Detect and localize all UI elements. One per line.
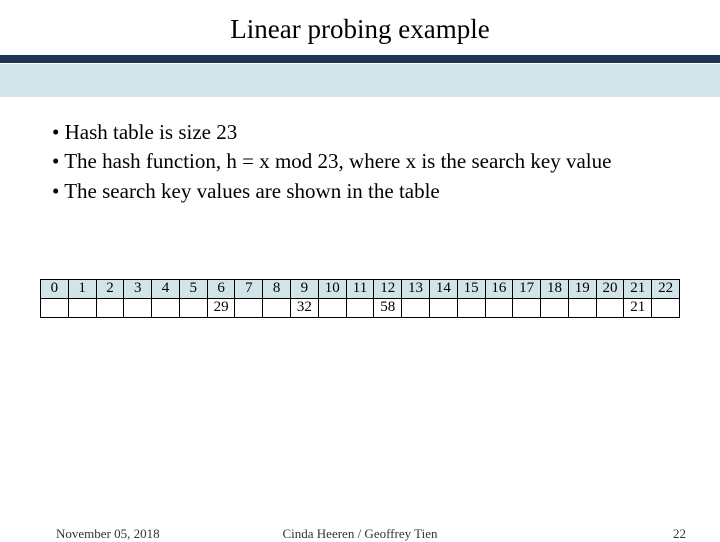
index-cell: 7 — [235, 279, 263, 298]
content-area: Hash table is size 23 The hash function,… — [0, 97, 720, 318]
bullet-list: Hash table is size 23 The hash function,… — [34, 119, 686, 205]
value-cell: 32 — [291, 298, 319, 317]
bullet-item: Hash table is size 23 — [34, 119, 686, 146]
value-cell — [96, 298, 124, 317]
hash-table-container: 012345678910111213141516171819202122 293… — [40, 279, 680, 318]
index-cell: 11 — [346, 279, 374, 298]
header-bar-dark — [0, 55, 720, 63]
value-cell — [541, 298, 569, 317]
value-cell — [152, 298, 180, 317]
index-cell: 0 — [41, 279, 69, 298]
index-cell: 17 — [513, 279, 541, 298]
value-cell — [429, 298, 457, 317]
index-cell: 3 — [124, 279, 152, 298]
value-cell — [568, 298, 596, 317]
value-cell — [318, 298, 346, 317]
slide-title: Linear probing example — [0, 14, 720, 45]
value-cell — [402, 298, 430, 317]
index-row: 012345678910111213141516171819202122 — [41, 279, 680, 298]
value-cell: 58 — [374, 298, 402, 317]
index-cell: 8 — [263, 279, 291, 298]
value-cell — [235, 298, 263, 317]
value-cell — [346, 298, 374, 317]
index-cell: 13 — [402, 279, 430, 298]
index-cell: 4 — [152, 279, 180, 298]
index-cell: 1 — [68, 279, 96, 298]
value-cell — [68, 298, 96, 317]
bullet-item: The search key values are shown in the t… — [34, 178, 686, 205]
bullet-item: The hash function, h = x mod 23, where x… — [34, 148, 686, 175]
value-cell — [513, 298, 541, 317]
value-cell — [596, 298, 624, 317]
title-area: Linear probing example — [0, 0, 720, 45]
index-cell: 16 — [485, 279, 513, 298]
index-cell: 19 — [568, 279, 596, 298]
value-cell — [179, 298, 207, 317]
index-cell: 6 — [207, 279, 235, 298]
value-cell: 21 — [624, 298, 652, 317]
value-cell — [485, 298, 513, 317]
index-cell: 18 — [541, 279, 569, 298]
index-cell: 5 — [179, 279, 207, 298]
index-cell: 12 — [374, 279, 402, 298]
index-cell: 21 — [624, 279, 652, 298]
hash-table: 012345678910111213141516171819202122 293… — [40, 279, 680, 318]
index-cell: 14 — [429, 279, 457, 298]
index-cell: 15 — [457, 279, 485, 298]
index-cell: 2 — [96, 279, 124, 298]
header-bar-light — [0, 63, 720, 97]
value-cell: 29 — [207, 298, 235, 317]
value-cell — [263, 298, 291, 317]
value-row: 29 32 58 21 — [41, 298, 680, 317]
value-cell — [41, 298, 69, 317]
index-cell: 10 — [318, 279, 346, 298]
index-cell: 20 — [596, 279, 624, 298]
value-cell — [652, 298, 680, 317]
index-cell: 22 — [652, 279, 680, 298]
value-cell — [457, 298, 485, 317]
index-cell: 9 — [291, 279, 319, 298]
value-cell — [124, 298, 152, 317]
